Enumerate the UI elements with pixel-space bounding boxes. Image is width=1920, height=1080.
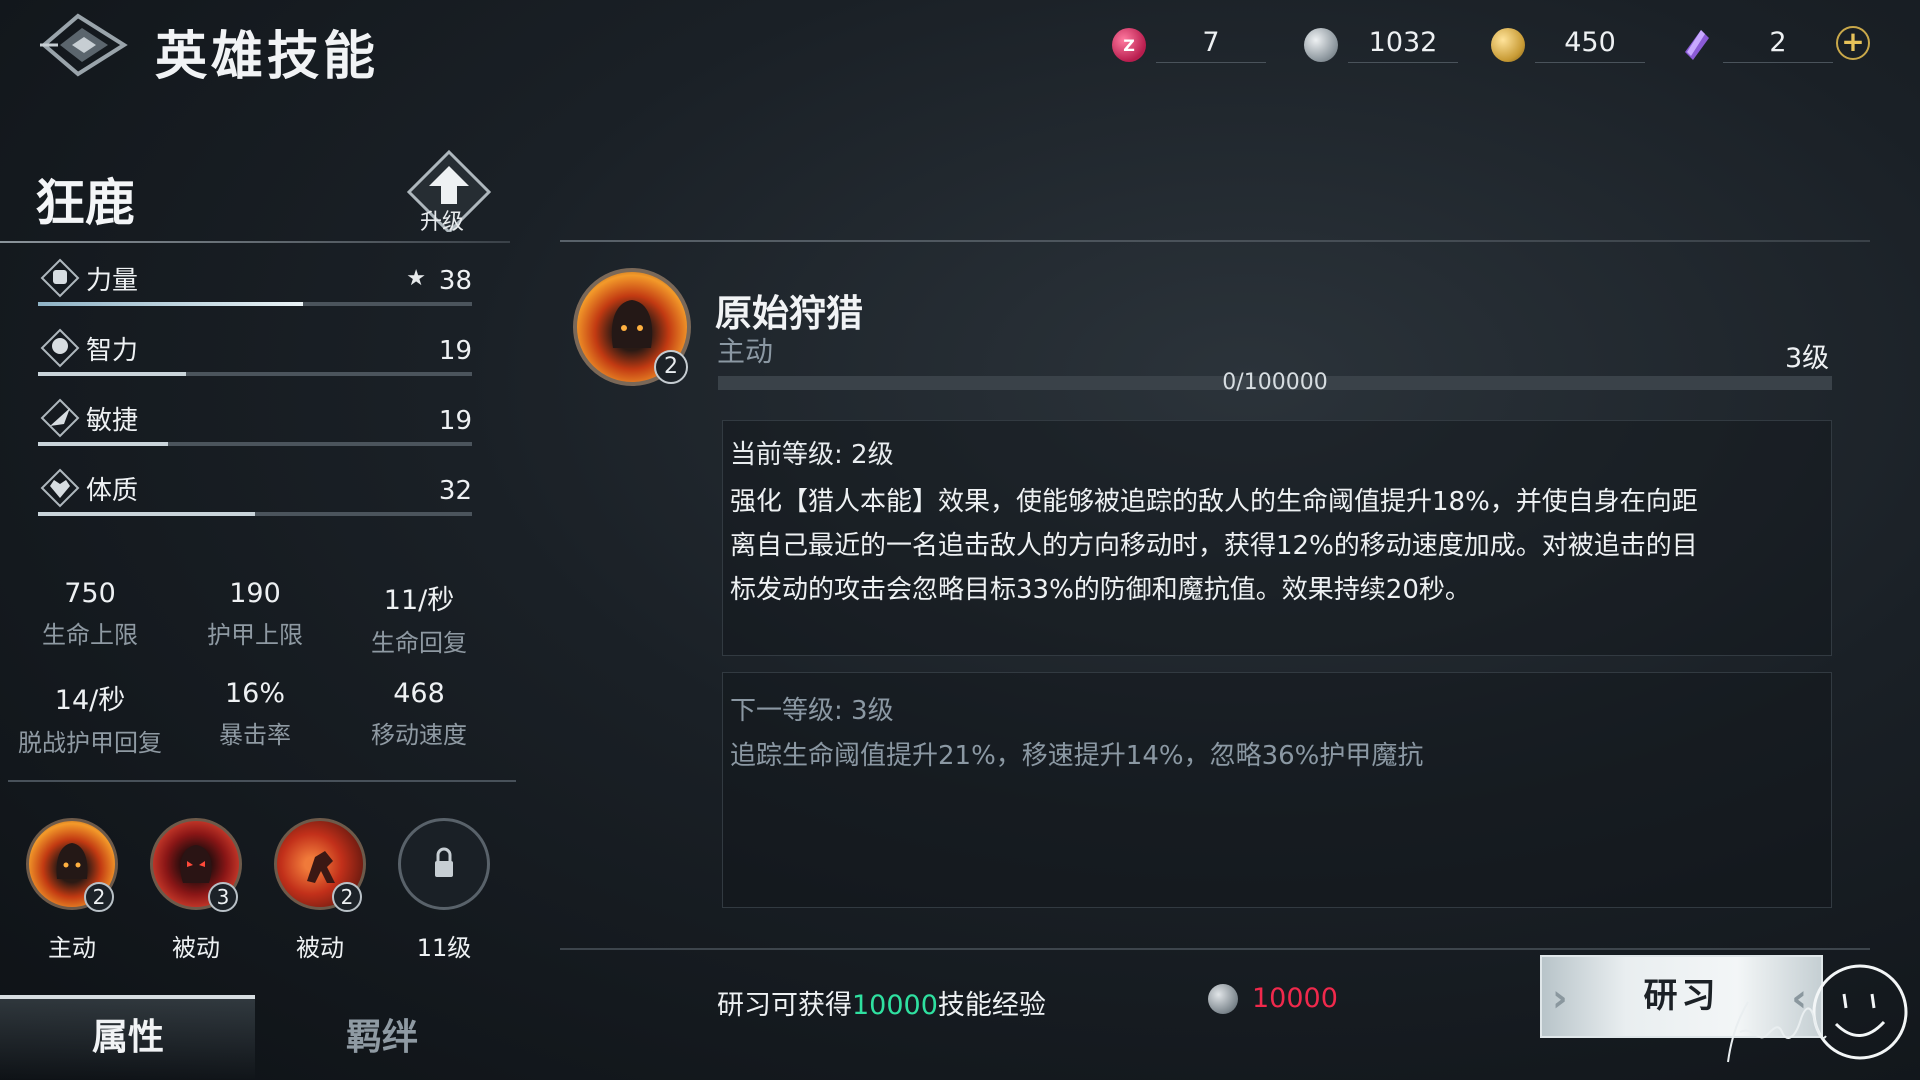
next-level-heading: 下一等级: 3级: [730, 696, 894, 726]
attr-armor-regen: 14/秒 脱战护甲回复: [5, 678, 175, 758]
attr-label: 脱战护甲回复: [18, 729, 162, 757]
purple-crystal-icon: [1685, 30, 1709, 60]
stat-strength: 力量 ★ 38: [36, 256, 472, 316]
exp-text: 0/100000: [1222, 370, 1328, 395]
stat-bar: [38, 442, 472, 446]
skill-slot-3[interactable]: 2 被动: [272, 818, 368, 963]
current-level-desc: 强化【猎人本能】效果，使能够被追踪的敌人的生命阈值提升18%，并使自身在向距 离…: [730, 487, 1698, 605]
chevron-right-icon: ›: [1552, 976, 1572, 1020]
attr-max-hp: 750 生命上限: [5, 578, 175, 650]
divider: [0, 241, 510, 243]
attr-label: 生命回复: [371, 629, 467, 657]
divider: [560, 240, 1870, 242]
attr-value: 750: [64, 578, 116, 609]
lock-icon: [398, 818, 490, 910]
stat-intelligence: 智力 19: [36, 326, 472, 386]
stat-agility: 敏捷 19: [36, 396, 472, 456]
hero-name: 狂鹿: [35, 174, 135, 232]
divider: [8, 780, 516, 782]
currency-silver[interactable]: 1032: [1304, 22, 1458, 68]
skill-slot-locked[interactable]: 11级: [396, 818, 492, 963]
currency-crystal-value: 2: [1723, 27, 1833, 63]
gold-coin-icon: [1491, 28, 1525, 62]
stat-value: 19: [438, 336, 472, 366]
skill-slot-2[interactable]: 3 被动: [148, 818, 244, 963]
strength-fist-icon: [40, 258, 80, 298]
skill-label: 被动: [172, 934, 220, 962]
stat-name: 力量: [86, 266, 139, 296]
attr-max-armor: 190 护甲上限: [170, 578, 340, 650]
stat-value: 38: [438, 266, 472, 296]
skill-label: 被动: [296, 934, 344, 962]
currency-gold[interactable]: 450: [1491, 22, 1645, 68]
silver-coin-icon: [1208, 984, 1238, 1014]
divider: [560, 948, 1870, 950]
back-emblem-icon[interactable]: [38, 10, 130, 80]
skill-level-badge: 2: [84, 882, 114, 912]
constitution-heart-icon: [40, 468, 80, 508]
stat-bar: [38, 512, 472, 516]
attr-label: 护甲上限: [207, 621, 303, 649]
skill-level-badge: 3: [208, 882, 238, 912]
skill-slot-1[interactable]: 2 主动: [24, 818, 120, 963]
attr-value: 468: [393, 678, 445, 709]
star-icon: ★: [406, 266, 426, 291]
tab-bonds[interactable]: 羁绊: [346, 1008, 418, 1060]
stat-constitution: 体质 32: [36, 466, 472, 526]
attr-value: 11/秒: [383, 585, 455, 616]
attr-value: 14/秒: [54, 685, 126, 716]
skill-level-badge: 2: [654, 350, 688, 384]
stat-bar: [38, 302, 472, 306]
skill-type: 主动: [717, 335, 774, 368]
stat-bar: [38, 372, 472, 376]
attr-move-speed: 468 移动速度: [334, 678, 504, 750]
currency-gold-value: 450: [1535, 27, 1645, 63]
attr-value: 190: [229, 578, 281, 609]
smiley-watermark-icon: [1727, 964, 1908, 1063]
stat-value: 32: [438, 476, 472, 506]
page-title: 英雄技能: [155, 27, 380, 87]
attr-crit-rate: 16% 暴击率: [170, 678, 340, 750]
add-currency-button[interactable]: +: [1836, 26, 1870, 60]
agility-wing-icon: [40, 398, 80, 438]
currency-silver-value: 1032: [1348, 27, 1458, 63]
skill-label: 主动: [48, 934, 96, 962]
currency-crystal[interactable]: 2: [1679, 22, 1833, 68]
intelligence-brain-icon: [40, 328, 80, 368]
currency-ticket-value: 7: [1156, 27, 1266, 63]
next-level-desc: 追踪生命阈值提升21%，移速提升14%，忽略36%护甲魔抗: [730, 741, 1424, 771]
ticket-gem-icon: Z: [1112, 28, 1146, 62]
attr-hp-regen: 11/秒 生命回复: [334, 578, 504, 658]
attr-value: 16%: [224, 678, 285, 709]
skill-name: 原始狩猎: [715, 292, 863, 335]
tab-attributes-label: 属性: [92, 1017, 165, 1058]
stat-value: 19: [438, 406, 472, 436]
silver-coin-icon: [1304, 28, 1338, 62]
stat-name: 智力: [86, 336, 139, 366]
upgrade-label: 升级: [420, 210, 465, 235]
attr-label: 移动速度: [371, 721, 467, 749]
attr-label: 暴击率: [219, 721, 291, 749]
stat-name: 敏捷: [86, 406, 139, 436]
learn-reward-text: 研习可获得10000技能经验: [717, 990, 1046, 1021]
current-level-heading: 当前等级: 2级: [730, 440, 894, 470]
skill-label: 11级: [416, 934, 472, 962]
skill-level-badge: 2: [332, 882, 362, 912]
stat-name: 体质: [86, 476, 139, 506]
currency-ticket[interactable]: Z 7: [1112, 22, 1266, 68]
cost-value: 10000: [1252, 983, 1338, 1014]
attr-label: 生命上限: [42, 621, 138, 649]
